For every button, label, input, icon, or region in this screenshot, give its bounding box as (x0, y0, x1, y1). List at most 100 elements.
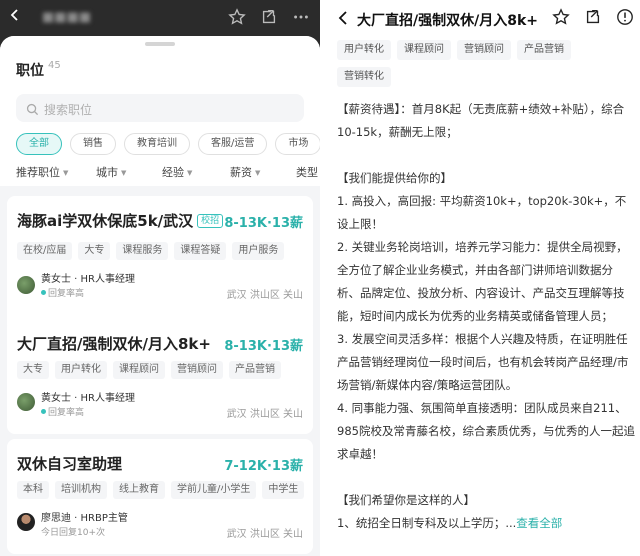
chip-sales[interactable]: 销售 (70, 133, 116, 155)
back-icon[interactable] (8, 8, 24, 24)
job-card[interactable]: 海豚ai学双休保底5k/武汉 校招 8-13K·13薪 在校/应届 大专 课程服务… (7, 196, 313, 332)
campus-badge: 校招 (197, 214, 224, 228)
left-top-icons (228, 8, 310, 26)
job-tag: 中学生 (262, 481, 305, 499)
recruiter-name: 黄女士 · HR人事经理 (41, 274, 136, 285)
chip-education[interactable]: 教育培训 (124, 133, 190, 155)
desc-heading: 【我们能提供给你的】 (337, 171, 452, 185)
back-icon[interactable] (337, 10, 349, 29)
job-detail-title: 大厂直招/强制双休/月入8k+ (357, 13, 539, 29)
recruiter-name: 黄女士 · HR人事经理 (41, 393, 136, 404)
job-title: 海豚ai学双休保底5k/武汉 校招 (17, 210, 224, 231)
desc-last-line: 1、统招全日制专科及以上学历；...查看全部 (337, 512, 635, 535)
positions-sheet: 职位 45 搜索职位 全部 销售 教育培训 客服/运营 市场 推荐职位 ▼ 城市… (0, 36, 320, 556)
job-tag: 大专 (17, 361, 49, 379)
caret-down-icon: ▼ (63, 169, 69, 177)
recruiter-name: 廖思迪 · HRBP主管 (41, 513, 128, 524)
chip-market[interactable]: 市场 (275, 133, 320, 155)
recruiter-status-text: 回复率高 (48, 289, 85, 299)
job-title-text: 双休自习室助理 (17, 455, 123, 473)
job-tag: 学前儿童/小学生 (171, 481, 257, 499)
filter-experience[interactable]: 经验 ▼ (162, 164, 230, 180)
job-tag: 用户服务 (232, 242, 285, 260)
job-tags: 本科 培训机构 线上教育 学前儿童/小学生 中学生 (17, 481, 305, 499)
positions-title-label: 职位 (16, 63, 44, 79)
recruiter-status: 回复率高 (41, 286, 84, 299)
search-icon (26, 101, 39, 120)
keyword-tag: 营销顾问 (457, 40, 511, 60)
job-tag: 课程顾问 (113, 361, 165, 379)
star-icon[interactable] (228, 8, 246, 26)
sheet-header: 职位 45 搜索职位 全部 销售 教育培训 客服/运营 市场 推荐职位 ▼ 城市… (0, 36, 320, 186)
filter-recommended[interactable]: 推荐职位 ▼ (16, 164, 96, 180)
filter-label: 推荐职位 (16, 166, 60, 179)
chip-all[interactable]: 全部 (16, 133, 62, 155)
job-title-text: 海豚ai学双休保底5k/武汉 (17, 212, 194, 230)
positions-title: 职位 45 (16, 60, 61, 80)
job-title: 双休自习室助理 (17, 453, 122, 474)
recruiter-status: 回复率高 (41, 405, 84, 418)
desc-blank (337, 144, 635, 167)
job-tag: 线上教育 (113, 481, 165, 499)
keyword-tag: 课程顾问 (397, 40, 451, 60)
filter-salary[interactable]: 薪资 ▼ (230, 164, 296, 180)
search-placeholder: 搜索职位 (44, 103, 93, 117)
job-location: 武汉 洪山区 关山 (226, 409, 303, 420)
job-salary: 8-13K·13薪 (224, 216, 303, 231)
job-title: 大厂直招/强制双休/月入8k+ (17, 333, 211, 354)
sheet-grab-handle[interactable] (145, 42, 175, 46)
desc-heading: 【我们希望你是这样的人】 (337, 493, 475, 507)
caret-down-icon: ▼ (121, 169, 127, 177)
more-icon[interactable] (292, 8, 310, 26)
avatar (17, 513, 35, 531)
left-top-bar: ■■■■ (0, 0, 320, 36)
filter-label: 薪资 (230, 166, 252, 179)
desc-paragraph: 1. 高投入，高回报: 平均薪资10k+，top20k-30k+，不设上限！ (337, 194, 627, 231)
recruiter-status: 今日回复10+次 (41, 528, 105, 538)
view-all-link[interactable]: 查看全部 (516, 516, 562, 530)
online-dot (41, 409, 46, 414)
desc-last-text: 1、统招全日制专科及以上学历；... (337, 516, 517, 530)
job-location: 武汉 洪山区 关山 (226, 290, 303, 301)
right-screen: 大厂直招/强制双休/月入8k+ 用户转化 课程顾问 营销顾问 产品营销 营销转化… (323, 0, 640, 556)
desc-paragraph: 2. 关键业务轮岗培训，培养元学习能力：提供全局视野，全方位了解企业业务模式，并… (337, 240, 628, 323)
job-card[interactable]: 大厂直招/强制双休/月入8k+ 8-13K·13薪 大专 用户转化 课程顾问 营… (7, 319, 313, 434)
filter-label: 城市 (96, 166, 118, 179)
job-keyword-tags: 用户转化 课程顾问 营销顾问 产品营销 (337, 40, 571, 60)
chip-service[interactable]: 客服/运营 (198, 133, 268, 155)
job-salary: 7-12K·13薪 (224, 459, 303, 474)
right-top-icons (552, 8, 634, 30)
job-tag: 大专 (78, 242, 111, 260)
job-location: 武汉 洪山区 关山 (226, 529, 303, 540)
desc-paragraph: 3. 发展空间灵活多样：根据个人兴趣及特质，在证明胜任产品营销经理岗位一段时间后… (337, 332, 629, 392)
job-tag: 课程服务 (116, 242, 169, 260)
caret-down-icon: ▼ (255, 169, 261, 177)
search-input[interactable]: 搜索职位 (16, 94, 304, 122)
filter-city[interactable]: 城市 ▼ (96, 164, 162, 180)
keyword-tag: 产品营销 (517, 40, 571, 60)
filter-label: 类型 (296, 166, 318, 179)
job-tag: 用户转化 (55, 361, 107, 379)
left-screen: ■■■■ 职位 45 搜索职位 全部 销售 教育培训 客服/运营 市场 推荐职位… (0, 0, 320, 556)
job-keyword-tags-row2: 营销转化 (337, 67, 391, 87)
job-tag: 营销顾问 (171, 361, 223, 379)
star-icon[interactable] (552, 8, 570, 30)
job-title-text: 大厂直招/强制双休/月入8k+ (17, 335, 211, 353)
job-card[interactable]: 双休自习室助理 7-12K·13薪 本科 培训机构 线上教育 学前儿童/小学生 … (7, 439, 313, 554)
job-description: 【薪资待遇】：首月8K起（无责底薪+绩效+补贴），综合10-15k，薪酬无上限；… (337, 98, 635, 535)
filter-label: 经验 (162, 166, 184, 179)
share-icon[interactable] (584, 8, 602, 30)
job-tag: 课程答疑 (174, 242, 227, 260)
job-tags: 在校/应届 大专 课程服务 课程答疑 用户服务 (17, 242, 285, 260)
filter-type[interactable]: 类型▼ (296, 164, 320, 180)
recruiter-status-text: 回复率高 (48, 408, 85, 418)
report-icon[interactable] (616, 8, 634, 30)
keyword-tag: 用户转化 (337, 40, 391, 60)
job-tag: 培训机构 (55, 481, 107, 499)
positions-count: 45 (48, 60, 61, 71)
keyword-tag: 营销转化 (337, 67, 391, 87)
avatar (17, 393, 35, 411)
category-chips: 全部 销售 教育培训 客服/运营 市场 (16, 133, 320, 155)
share-icon[interactable] (260, 8, 278, 26)
job-tags: 大专 用户转化 课程顾问 营销顾问 产品营销 (17, 361, 281, 379)
